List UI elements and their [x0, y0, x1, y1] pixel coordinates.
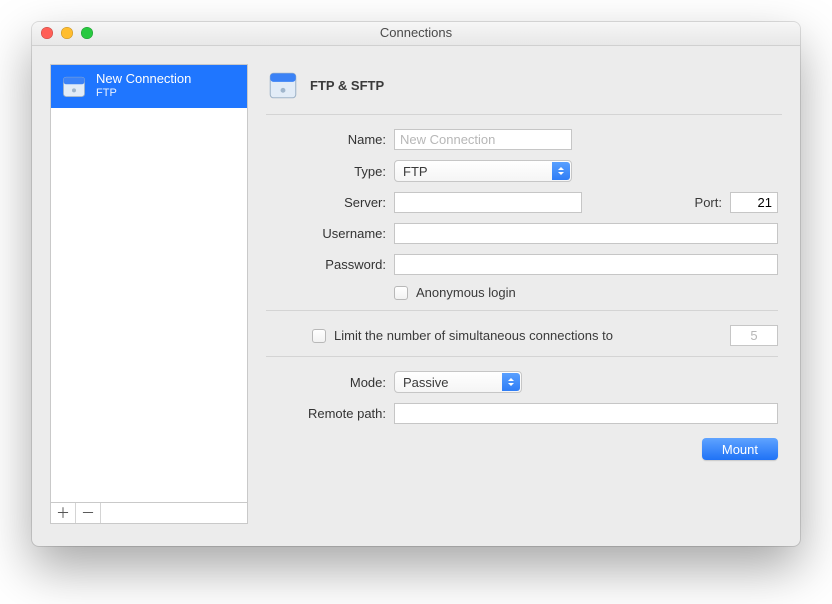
type-label: Type:: [266, 164, 394, 179]
drive-icon: [60, 72, 88, 100]
name-label: Name:: [266, 132, 394, 147]
remove-connection-button[interactable]: －: [76, 503, 101, 523]
limit-connections-checkbox[interactable]: [312, 329, 326, 343]
limit-connections-input[interactable]: [730, 325, 778, 346]
close-icon[interactable]: [41, 27, 53, 39]
remote-path-label: Remote path:: [266, 406, 394, 421]
connections-list[interactable]: New Connection FTP: [50, 64, 248, 502]
connections-window: Connections New Connection FTP: [32, 22, 800, 546]
zoom-icon[interactable]: [81, 27, 93, 39]
server-label: Server:: [266, 195, 394, 210]
mount-button[interactable]: Mount: [702, 438, 778, 460]
window-title: Connections: [32, 22, 800, 44]
type-select[interactable]: FTP: [394, 160, 572, 182]
connection-detail: FTP & SFTP Name: Type: FTP: [266, 64, 782, 524]
select-arrows-icon: [552, 162, 570, 180]
select-arrows-icon: [502, 373, 520, 391]
username-label: Username:: [266, 226, 394, 241]
anonymous-label: Anonymous login: [416, 285, 516, 300]
name-input[interactable]: [394, 129, 572, 150]
password-input[interactable]: [394, 254, 778, 275]
connections-sidebar: New Connection FTP ＋ －: [50, 64, 248, 524]
sidebar-footer: ＋ －: [50, 502, 248, 524]
type-selected-value: FTP: [403, 164, 428, 179]
mode-select[interactable]: Passive: [394, 371, 522, 393]
remote-path-input[interactable]: [394, 403, 778, 424]
window-controls: [41, 27, 93, 39]
titlebar: Connections: [32, 22, 800, 46]
pane-title: FTP & SFTP: [310, 78, 384, 93]
username-input[interactable]: [394, 223, 778, 244]
separator: [266, 310, 778, 311]
separator: [266, 356, 778, 357]
mode-selected-value: Passive: [403, 375, 449, 390]
anonymous-checkbox[interactable]: [394, 286, 408, 300]
connection-row[interactable]: New Connection FTP: [51, 65, 247, 108]
mode-label: Mode:: [266, 375, 394, 390]
connection-subtitle: FTP: [96, 87, 191, 100]
drive-icon: [266, 68, 300, 102]
server-input[interactable]: [394, 192, 582, 213]
minimize-icon[interactable]: [61, 27, 73, 39]
add-connection-button[interactable]: ＋: [51, 503, 76, 523]
connection-title: New Connection: [96, 72, 191, 87]
port-label: Port:: [695, 195, 722, 210]
limit-connections-label: Limit the number of simultaneous connect…: [334, 328, 613, 343]
password-label: Password:: [266, 257, 394, 272]
port-input[interactable]: [730, 192, 778, 213]
